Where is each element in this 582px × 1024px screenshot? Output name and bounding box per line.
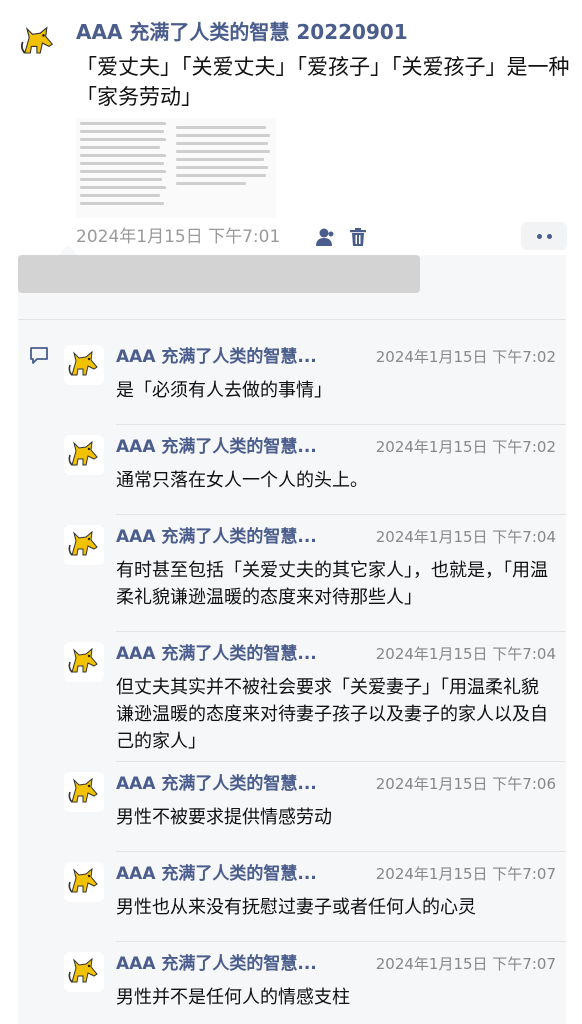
comment-time: 2024年1月15日 下午7:04 bbox=[375, 528, 556, 546]
avatar[interactable] bbox=[64, 345, 104, 385]
avatar[interactable] bbox=[64, 952, 104, 992]
comment-text: 是「必须有人去做的事情」 bbox=[116, 380, 332, 401]
comment-item[interactable]: AAA 充满了人类的智慧... 2024年1月15日 下午7:07 男性并不是任… bbox=[64, 942, 566, 1024]
avatar[interactable] bbox=[64, 772, 104, 812]
comment-author[interactable]: AAA 充满了人类的智慧... bbox=[116, 525, 356, 549]
comment-author[interactable]: AAA 充满了人类的智慧... bbox=[116, 862, 356, 886]
comment-text: 男性不被要求提供情感劳动 bbox=[116, 807, 332, 828]
post-time: 2024年1月15日 下午7:01 bbox=[76, 227, 281, 247]
comment-author[interactable]: AAA 充满了人类的智慧... bbox=[116, 435, 356, 459]
comment-text: 通常只落在女人一个人的头上。 bbox=[116, 470, 368, 491]
post-text: 「爱丈夫」「关爱丈夫」「爱孩子」「关爱孩子」是一种「家务劳动」 bbox=[76, 55, 570, 109]
cat-avatar-icon bbox=[20, 26, 54, 54]
comment-item[interactable]: AAA 充满了人类的智慧... 2024年1月15日 下午7:06 男性不被要求… bbox=[64, 762, 566, 852]
comment-time: 2024年1月15日 下午7:07 bbox=[375, 865, 556, 883]
comments-panel: AAA 充满了人类的智慧... 2024年1月15日 下午7:02 是「必须有人… bbox=[18, 245, 566, 1024]
comment-time: 2024年1月15日 下午7:04 bbox=[375, 645, 556, 663]
avatar[interactable] bbox=[64, 435, 104, 475]
likes-area-redacted bbox=[18, 255, 420, 293]
comment-author[interactable]: AAA 充满了人类的智慧... bbox=[116, 952, 356, 976]
comment-item[interactable]: AAA 充满了人类的智慧... 2024年1月15日 下午7:04 有时甚至包括… bbox=[64, 515, 566, 632]
cat-avatar-icon bbox=[68, 957, 98, 983]
comment-icon bbox=[30, 347, 48, 364]
cat-avatar-icon bbox=[68, 647, 98, 673]
comment-time: 2024年1月15日 下午7:06 bbox=[375, 775, 556, 793]
avatar[interactable] bbox=[64, 642, 104, 682]
comment-time: 2024年1月15日 下午7:02 bbox=[375, 438, 556, 456]
comment-author[interactable]: AAA 充满了人类的智慧... bbox=[116, 345, 356, 369]
post-author[interactable]: AAA 充满了人类的智慧 20220901 bbox=[76, 18, 576, 46]
trash-icon[interactable] bbox=[347, 226, 369, 248]
avatar[interactable] bbox=[16, 20, 60, 64]
comment-time: 2024年1月15日 下午7:02 bbox=[375, 348, 556, 366]
cat-avatar-icon bbox=[68, 530, 98, 556]
post-image[interactable] bbox=[76, 118, 276, 218]
cat-avatar-icon bbox=[68, 350, 98, 376]
cat-avatar-icon bbox=[68, 867, 98, 893]
comment-text: 有时甚至包括「关爱丈夫的其它家人」，也就是，「用温柔礼貌谦逊温暖的态度来对待那些… bbox=[116, 560, 548, 608]
post: AAA 充满了人类的智慧 20220901 「爱丈夫」「关爱丈夫」「爱孩子」「关… bbox=[0, 0, 582, 255]
moments-feed: AAA 充满了人类的智慧 20220901 「爱丈夫」「关爱丈夫」「爱孩子」「关… bbox=[0, 0, 582, 1024]
more-button[interactable] bbox=[521, 222, 567, 250]
comment-item[interactable]: AAA 充满了人类的智慧... 2024年1月15日 下午7:02 是「必须有人… bbox=[64, 335, 566, 425]
comment-text: 但丈夫其实并不被社会要求「关爱妻子」「用温柔礼貌谦逊温暖的态度来对待妻子孩子以及… bbox=[116, 677, 548, 752]
comment-author[interactable]: AAA 充满了人类的智慧... bbox=[116, 772, 356, 796]
comment-time: 2024年1月15日 下午7:07 bbox=[375, 955, 556, 973]
avatar[interactable] bbox=[64, 862, 104, 902]
comment-item[interactable]: AAA 充满了人类的智慧... 2024年1月15日 下午7:04 但丈夫其实并… bbox=[64, 632, 566, 762]
comment-item[interactable]: AAA 充满了人类的智慧... 2024年1月15日 下午7:02 通常只落在女… bbox=[64, 425, 566, 515]
user-icon[interactable] bbox=[314, 226, 336, 248]
comment-author[interactable]: AAA 充满了人类的智慧... bbox=[116, 642, 356, 666]
comment-text: 男性也从来没有抚慰过妻子或者任何人的心灵 bbox=[116, 897, 476, 918]
avatar[interactable] bbox=[64, 525, 104, 565]
cat-avatar-icon bbox=[68, 440, 98, 466]
comment-item[interactable]: AAA 充满了人类的智慧... 2024年1月15日 下午7:07 男性也从来没… bbox=[64, 852, 566, 942]
more-icon bbox=[536, 233, 542, 239]
image-text-column bbox=[176, 126, 272, 190]
divider bbox=[18, 319, 566, 320]
image-text-column bbox=[80, 122, 168, 210]
cat-avatar-icon bbox=[68, 777, 98, 803]
comment-text: 男性并不是任何人的情感支柱 bbox=[116, 987, 350, 1008]
